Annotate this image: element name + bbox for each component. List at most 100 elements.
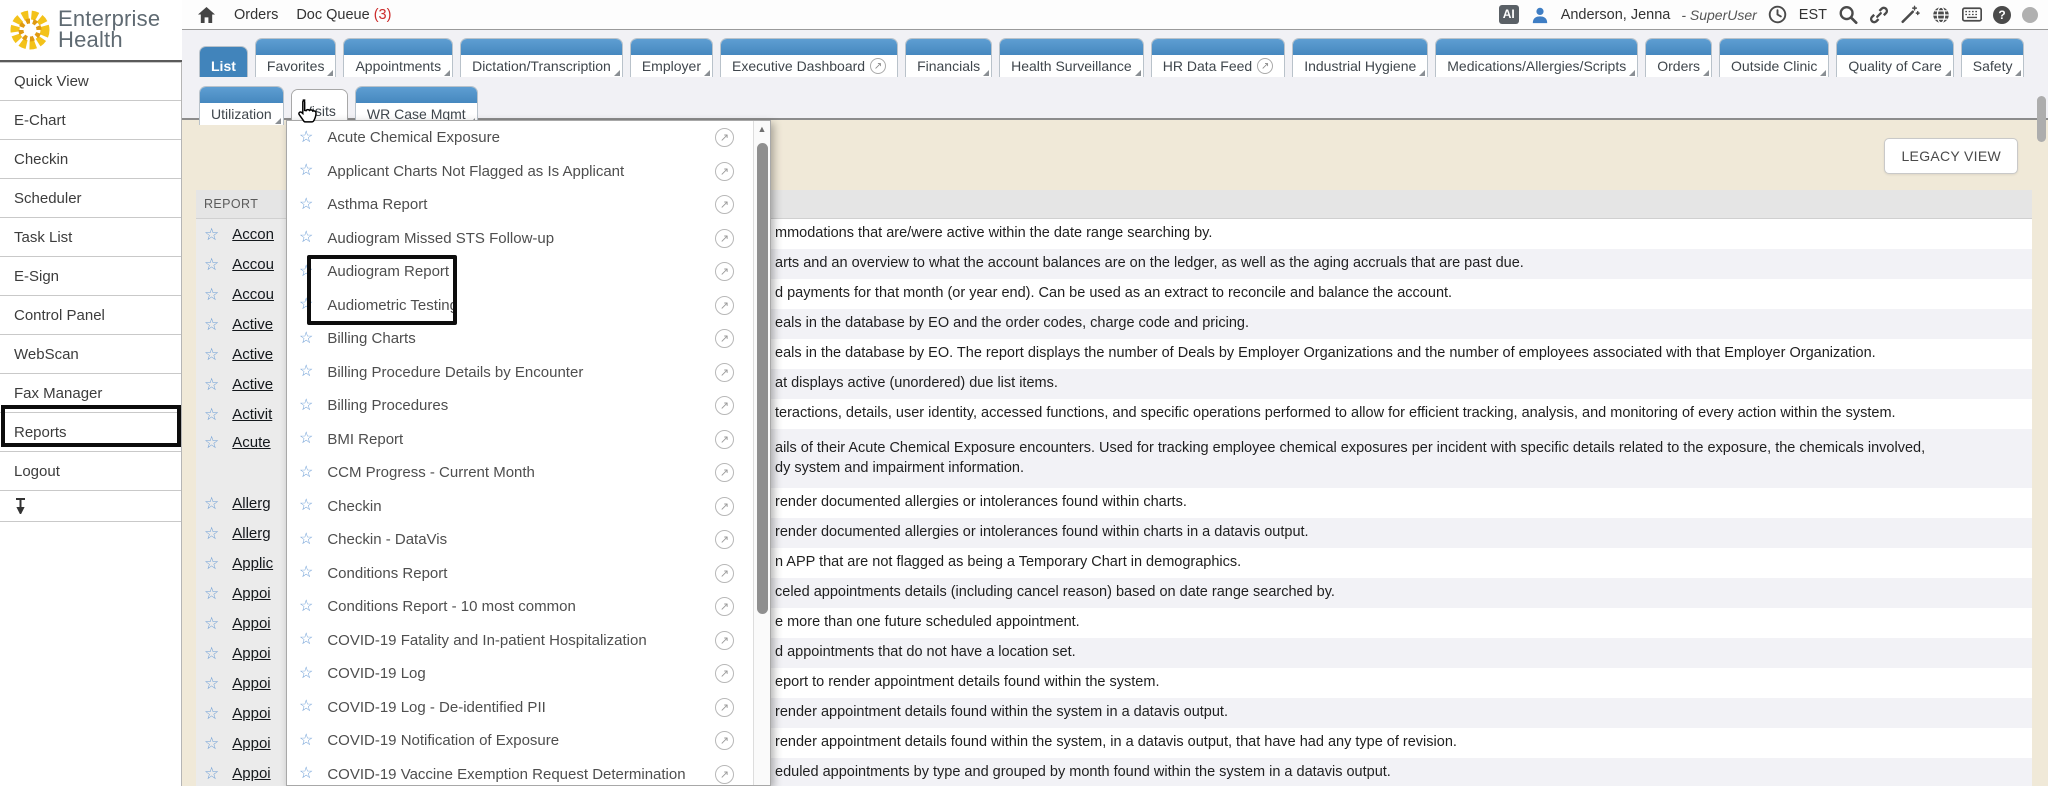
tab[interactable]: Utilization	[199, 86, 284, 125]
dropdown-report-item[interactable]: ☆ CCM Progress - Current Month ↗	[287, 456, 753, 490]
favorite-star-icon[interactable]: ☆	[299, 699, 313, 715]
tab[interactable]: Medications/Allergies/Scripts	[1435, 38, 1638, 77]
report-link[interactable]: Activit	[232, 406, 272, 423]
favorite-star-icon[interactable]: ☆	[204, 434, 219, 451]
report-link[interactable]: Appoi	[232, 705, 270, 722]
popout-icon[interactable]: ↗	[1257, 58, 1273, 74]
pin-icon[interactable]	[14, 498, 27, 514]
dropdown-report-item[interactable]: ☆ COVID-19 Log ↗	[287, 657, 753, 691]
favorite-star-icon[interactable]: ☆	[204, 765, 219, 782]
popout-icon[interactable]: ↗	[715, 564, 734, 583]
report-link[interactable]: Allerg	[232, 495, 270, 512]
breadcrumb-doc-queue[interactable]: Doc Queue (3)	[296, 7, 391, 23]
tab[interactable]: Orders	[1645, 38, 1712, 77]
favorite-star-icon[interactable]: ☆	[299, 431, 313, 447]
breadcrumb-orders[interactable]: Orders	[234, 7, 278, 23]
favorite-star-icon[interactable]: ☆	[299, 130, 313, 146]
dropdown-report-item[interactable]: ☆ Applicant Charts Not Flagged as Is App…	[287, 155, 753, 189]
scroll-up-arrow-icon[interactable]: ▲	[754, 124, 770, 134]
tab[interactable]: Safety	[1961, 38, 2025, 77]
report-link[interactable]: Allerg	[232, 525, 270, 542]
report-link[interactable]: Appoi	[232, 645, 270, 662]
dropdown-report-item[interactable]: ☆ Checkin - DataVis ↗	[287, 523, 753, 557]
popout-icon[interactable]: ↗	[715, 731, 734, 750]
help-icon[interactable]: ?	[1993, 6, 2011, 24]
favorite-star-icon[interactable]: ☆	[299, 599, 313, 615]
favorite-star-icon[interactable]: ☆	[204, 705, 219, 722]
report-link[interactable]: Accou	[232, 256, 274, 273]
tab[interactable]: Executive Dashboard ↗	[720, 38, 898, 77]
sidebar-item[interactable]: Reports	[0, 413, 181, 452]
report-link[interactable]: Acute	[232, 434, 270, 451]
report-link[interactable]: Appoi	[232, 675, 270, 692]
search-icon[interactable]	[1838, 5, 1858, 25]
sidebar-item[interactable]: Fax Manager	[0, 374, 181, 413]
home-icon[interactable]	[196, 5, 216, 25]
favorite-star-icon[interactable]: ☆	[299, 632, 313, 648]
tab[interactable]: Employer	[630, 38, 713, 77]
favorite-star-icon[interactable]: ☆	[204, 376, 219, 393]
report-link[interactable]: Appoi	[232, 765, 270, 782]
sidebar-item[interactable]: E-Sign	[0, 257, 181, 296]
dropdown-report-item[interactable]: ☆ Audiogram Report ↗	[287, 255, 753, 289]
favorite-star-icon[interactable]: ☆	[204, 495, 219, 512]
favorite-star-icon[interactable]: ☆	[299, 364, 313, 380]
popout-icon[interactable]: ↗	[715, 363, 734, 382]
favorite-star-icon[interactable]: ☆	[299, 230, 313, 246]
report-link[interactable]: Appoi	[232, 735, 270, 752]
sidebar-item[interactable]: Quick View	[0, 62, 181, 101]
dropdown-report-item[interactable]: ☆ Billing Procedure Details by Encounter…	[287, 356, 753, 390]
ai-badge[interactable]: AI	[1499, 5, 1519, 23]
report-link[interactable]: Applic	[232, 555, 273, 572]
dropdown-report-item[interactable]: ☆ Asthma Report ↗	[287, 188, 753, 222]
favorite-star-icon[interactable]: ☆	[299, 733, 313, 749]
dropdown-report-item[interactable]: ☆ Billing Procedures ↗	[287, 389, 753, 423]
dropdown-report-item[interactable]: ☆ Audiometric Testing ↗	[287, 289, 753, 323]
report-link[interactable]: Active	[232, 316, 273, 333]
tab[interactable]: HR Data Feed ↗	[1151, 38, 1285, 77]
clock-icon[interactable]	[1768, 5, 1788, 25]
dropdown-report-item[interactable]: ☆ Checkin ↗	[287, 490, 753, 524]
tab[interactable]: Outside Clinic	[1719, 38, 1829, 77]
dropdown-report-item[interactable]: ☆ Conditions Report - 10 most common ↗	[287, 590, 753, 624]
dropdown-report-item[interactable]: ☆ Conditions Report ↗	[287, 557, 753, 591]
popout-icon[interactable]: ↗	[870, 58, 886, 74]
popout-icon[interactable]: ↗	[715, 396, 734, 415]
popout-icon[interactable]: ↗	[715, 195, 734, 214]
favorite-star-icon[interactable]: ☆	[204, 675, 219, 692]
dropdown-report-item[interactable]: ☆ COVID-19 Notification of Exposure ↗	[287, 724, 753, 758]
user-name[interactable]: Anderson, Jenna	[1561, 7, 1671, 23]
globe-icon[interactable]	[1931, 5, 1951, 25]
favorite-star-icon[interactable]: ☆	[204, 256, 219, 273]
tab[interactable]: Industrial Hygiene	[1292, 38, 1428, 77]
favorite-star-icon[interactable]: ☆	[204, 525, 219, 542]
dropdown-report-item[interactable]: ☆ COVID-19 Log - De-identified PII ↗	[287, 691, 753, 725]
popout-icon[interactable]: ↗	[715, 597, 734, 616]
favorite-star-icon[interactable]: ☆	[204, 615, 219, 632]
popout-icon[interactable]: ↗	[715, 664, 734, 683]
favorite-star-icon[interactable]: ☆	[204, 346, 219, 363]
popout-icon[interactable]: ↗	[715, 162, 734, 181]
dropdown-report-item[interactable]: ☆ Acute Chemical Exposure ↗	[287, 121, 753, 155]
favorite-star-icon[interactable]: ☆	[299, 465, 313, 481]
legacy-view-button[interactable]: LEGACY VIEW	[1884, 138, 2018, 174]
report-link[interactable]: Accon	[232, 226, 274, 243]
tab[interactable]: Favorites	[255, 38, 337, 77]
popout-icon[interactable]: ↗	[715, 329, 734, 348]
popout-icon[interactable]: ↗	[715, 262, 734, 281]
dropdown-report-item[interactable]: ☆ COVID-19 Vaccine Exemption Request Det…	[287, 758, 753, 786]
favorite-star-icon[interactable]: ☆	[204, 735, 219, 752]
sidebar-item[interactable]: WebScan	[0, 335, 181, 374]
tab[interactable]: Health Surveillance	[999, 38, 1144, 77]
popout-icon[interactable]: ↗	[715, 463, 734, 482]
dropdown-report-item[interactable]: ☆ COVID-19 Fatality and In-patient Hospi…	[287, 624, 753, 658]
favorite-star-icon[interactable]: ☆	[204, 316, 219, 333]
popout-icon[interactable]: ↗	[715, 497, 734, 516]
favorite-star-icon[interactable]: ☆	[299, 197, 313, 213]
favorite-star-icon[interactable]: ☆	[204, 406, 219, 423]
dropdown-scrollbar[interactable]: ▲	[753, 121, 770, 785]
favorite-star-icon[interactable]: ☆	[299, 532, 313, 548]
favorite-star-icon[interactable]: ☆	[204, 286, 219, 303]
report-link[interactable]: Active	[232, 346, 273, 363]
popout-icon[interactable]: ↗	[715, 128, 734, 147]
